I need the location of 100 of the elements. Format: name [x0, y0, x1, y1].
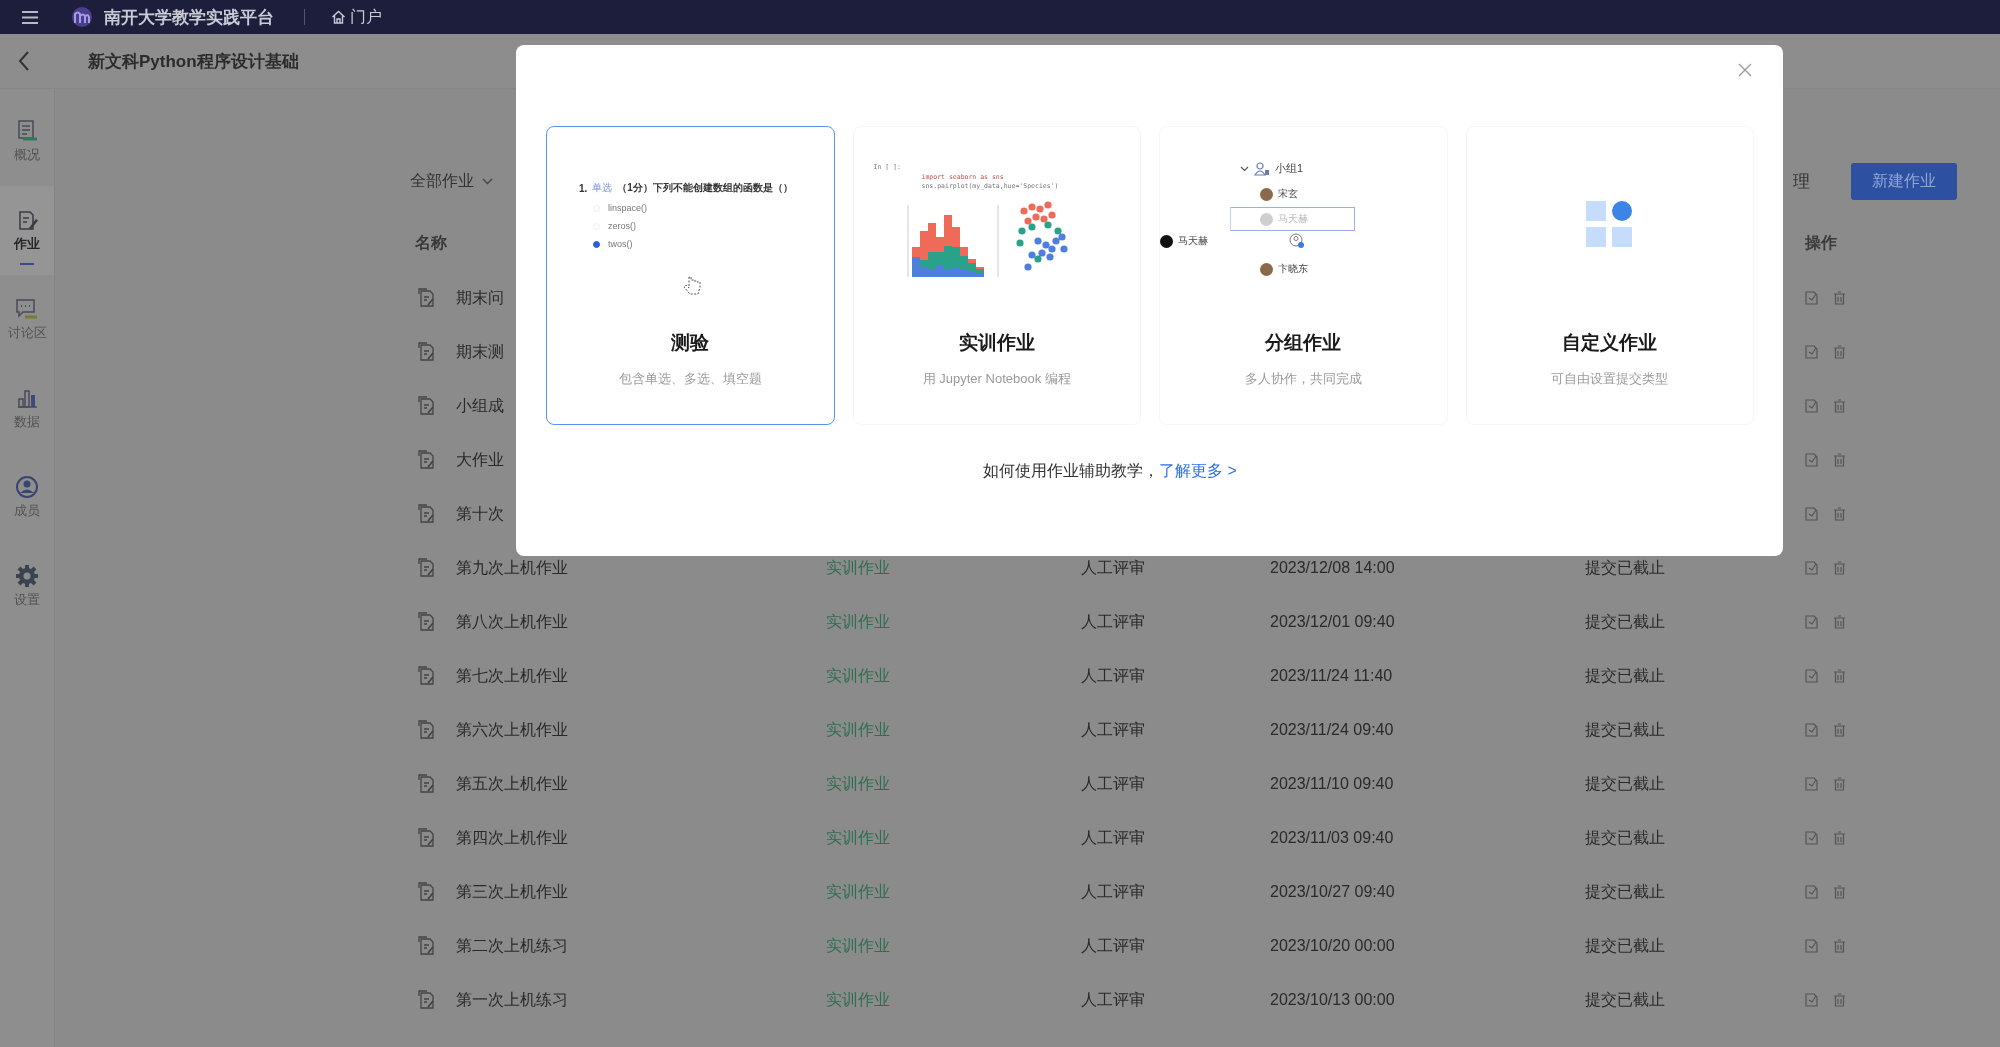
sidebar-item[interactable]: 设置	[0, 542, 54, 631]
assignment-name[interactable]: 第三次上机作业	[456, 881, 568, 903]
assignment-name[interactable]: 第四次上机作业	[456, 827, 568, 849]
assignment-name[interactable]: 第五次上机作业	[456, 773, 568, 795]
trash-icon[interactable]	[1833, 831, 1846, 845]
member-name: 马天赫	[1278, 212, 1308, 226]
table-cell-text: 人工评审	[1081, 935, 1146, 956]
table-cell-text: 2023/10/13 00:00	[1270, 991, 1396, 1009]
table-cell-text: 人工评审	[1081, 881, 1146, 902]
close-icon[interactable]	[1738, 63, 1752, 77]
assignment-name[interactable]: 大作业	[456, 449, 504, 471]
add-person-icon	[1289, 233, 1305, 249]
table-cell-text: 2023/12/08 14:00	[1270, 559, 1396, 577]
edit-icon[interactable]	[1805, 615, 1818, 629]
trash-icon[interactable]	[1833, 615, 1846, 629]
column-header: 操作	[1805, 232, 1837, 253]
column-header: 名称	[414, 232, 447, 253]
manage-link[interactable]: 理	[1793, 169, 1810, 193]
new-assignment-button[interactable]: 新建作业	[1851, 162, 1957, 200]
assignment-name[interactable]: 期末问	[456, 287, 504, 309]
edit-icon[interactable]	[1805, 993, 1818, 1007]
table-cell-text: 2023/11/24 09:40	[1270, 721, 1395, 739]
assignment-name[interactable]: 第七次上机作业	[456, 665, 568, 687]
document-icon	[418, 504, 436, 524]
type-tag: 实训作业	[826, 611, 1081, 633]
logo-icon	[70, 6, 94, 28]
option-text: linspace()	[608, 203, 647, 213]
table-cell-text: 提交已截止	[1585, 773, 1666, 794]
table-cell-text: 2023/11/03 09:40	[1270, 829, 1395, 847]
assignment-name[interactable]: 小组成	[456, 395, 504, 417]
table-cell-text: 2023/11/24 11:40	[1270, 667, 1394, 685]
document-icon	[418, 342, 436, 362]
edit-icon[interactable]	[1805, 939, 1818, 953]
assignment-name[interactable]: 第十次	[456, 503, 504, 525]
edit-icon[interactable]	[1805, 885, 1818, 899]
edit-icon[interactable]	[1805, 345, 1818, 359]
card-subtitle: 包含单选、多选、填空题	[618, 370, 762, 388]
trash-icon[interactable]	[1833, 561, 1846, 575]
card-subtitle: 用 Jupyter Notebook 编程	[922, 370, 1071, 388]
option-text: zeros()	[608, 221, 636, 231]
option-text: twos()	[608, 239, 633, 249]
portal-link[interactable]: 门户	[331, 6, 382, 28]
menu-icon[interactable]	[22, 10, 38, 24]
filter-dropdown[interactable]: 全部作业	[410, 170, 493, 192]
type-tag: 实训作业	[826, 881, 1081, 903]
card-title: 分组作业	[1265, 331, 1342, 355]
card-subtitle: 可自由设置提交类型	[1551, 370, 1669, 388]
assignment-type-card[interactable]: 小组1 宋玄 马天赫 马天赫 卞晓东 分组作业 多人协作，共同完成	[1159, 126, 1448, 425]
question-number: 1.	[579, 182, 588, 194]
edit-icon[interactable]	[1805, 561, 1818, 575]
table-cell-text: 人工评审	[1081, 611, 1146, 632]
document-icon	[418, 828, 436, 848]
edit-icon[interactable]	[1805, 453, 1818, 467]
assignment-name[interactable]: 第六次上机作业	[456, 719, 568, 741]
trash-icon[interactable]	[1833, 453, 1846, 467]
trash-icon[interactable]	[1833, 291, 1846, 305]
trash-icon[interactable]	[1833, 777, 1846, 791]
type-tag: 实训作业	[826, 719, 1081, 741]
assignment-name[interactable]: 第一次上机练习	[456, 989, 568, 1011]
edit-icon[interactable]	[1805, 831, 1818, 845]
trash-icon[interactable]	[1833, 723, 1846, 737]
trash-icon[interactable]	[1833, 885, 1846, 899]
table-cell-text: 2023/10/27 09:40	[1270, 883, 1396, 901]
table-cell-text: 提交已截止	[1585, 881, 1666, 902]
sidebar-item[interactable]: 作业	[0, 186, 54, 275]
table-cell-text: 人工评审	[1081, 827, 1146, 848]
trash-icon[interactable]	[1833, 939, 1846, 953]
type-tag: 实训作业	[826, 557, 1081, 579]
assignment-type-card[interactable]: 自定义作业 可自由设置提交类型	[1465, 126, 1754, 425]
assignment-name[interactable]: 第九次上机作业	[456, 557, 568, 579]
trash-icon[interactable]	[1833, 993, 1846, 1007]
sidebar-item[interactable]: 讨论区	[0, 275, 54, 364]
document-icon	[418, 936, 436, 956]
edit-icon[interactable]	[1805, 669, 1818, 683]
course-title: 新文科Python程序设计基础	[88, 50, 299, 73]
platform-title: 南开大学教学实践平台	[104, 6, 274, 29]
table-cell-text: 人工评审	[1081, 665, 1146, 686]
sidebar-item[interactable]: 数据	[0, 364, 54, 453]
trash-icon[interactable]	[1833, 507, 1846, 521]
edit-icon[interactable]	[1805, 777, 1818, 791]
trash-icon[interactable]	[1833, 669, 1846, 683]
caret-icon	[482, 177, 493, 185]
assignment-name[interactable]: 第二次上机练习	[456, 935, 568, 957]
trash-icon[interactable]	[1833, 399, 1846, 413]
trash-icon[interactable]	[1833, 345, 1846, 359]
document-icon	[418, 612, 436, 632]
edit-icon[interactable]	[1805, 399, 1818, 413]
person-icon	[15, 475, 39, 499]
edit-icon[interactable]	[1805, 723, 1818, 737]
assignment-type-card[interactable]: 1. 单选 （1分）下列不能创建数组的函数是（） linspace() zeros() twos() 测验 包含单选、多选、填空题	[546, 126, 835, 425]
document-icon	[418, 774, 436, 794]
edit-icon[interactable]	[1805, 507, 1818, 521]
document-icon	[418, 288, 436, 308]
sidebar-item[interactable]: 概况	[0, 97, 54, 186]
edit-icon[interactable]	[1805, 291, 1818, 305]
assignment-name[interactable]: 第八次上机作业	[456, 611, 568, 633]
learn-more-link[interactable]: 了解更多 >	[1159, 461, 1237, 482]
assignment-name[interactable]: 期末测	[456, 341, 504, 363]
back-icon[interactable]	[18, 51, 30, 71]
card-title: 实训作业	[958, 331, 1035, 355]
